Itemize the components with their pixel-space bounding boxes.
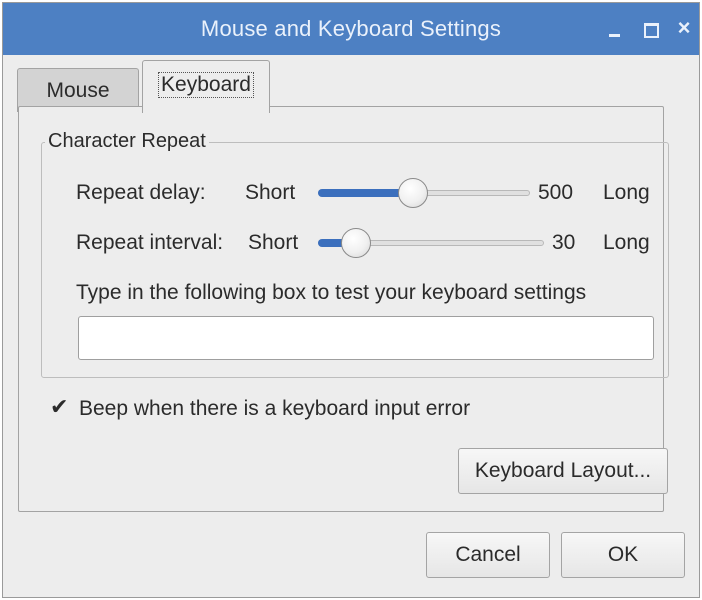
test-box-label: Type in the following box to test your k… <box>76 281 587 304</box>
repeat-delay-long-label: Long <box>603 181 650 204</box>
keyboard-test-input[interactable] <box>78 316 654 360</box>
repeat-interval-slider[interactable] <box>318 228 544 258</box>
beep-checkbox[interactable]: ✔ <box>50 396 70 418</box>
tab-keyboard[interactable]: Keyboard <box>142 60 270 113</box>
repeat-delay-short-label: Short <box>245 181 296 204</box>
character-repeat-title: Character Repeat <box>45 130 209 153</box>
beep-checkbox-label[interactable]: Beep when there is a keyboard input erro… <box>79 397 470 421</box>
cancel-button[interactable]: Cancel <box>426 532 550 578</box>
repeat-delay-handle[interactable] <box>398 178 428 208</box>
maximize-icon[interactable] <box>637 15 663 41</box>
title-bar[interactable]: Mouse and Keyboard Settings × <box>3 3 699 55</box>
close-icon[interactable]: × <box>671 15 697 41</box>
minimize-icon[interactable] <box>603 15 629 41</box>
repeat-interval-long-label: Long <box>603 231 650 254</box>
window-title: Mouse and Keyboard Settings <box>200 16 502 41</box>
repeat-interval-short-label: Short <box>248 231 299 254</box>
repeat-delay-slider[interactable] <box>318 178 530 208</box>
repeat-interval-handle[interactable] <box>341 228 371 258</box>
ok-button[interactable]: OK <box>561 532 685 578</box>
tab-mouse-label: Mouse <box>46 79 110 102</box>
keyboard-layout-button[interactable]: Keyboard Layout... <box>458 448 668 494</box>
tab-keyboard-label: Keyboard <box>158 72 254 98</box>
repeat-delay-value: 500 <box>538 181 574 204</box>
repeat-interval-label: Repeat interval: <box>76 231 224 254</box>
repeat-interval-value: 30 <box>552 231 576 254</box>
repeat-delay-label: Repeat delay: <box>76 181 206 204</box>
